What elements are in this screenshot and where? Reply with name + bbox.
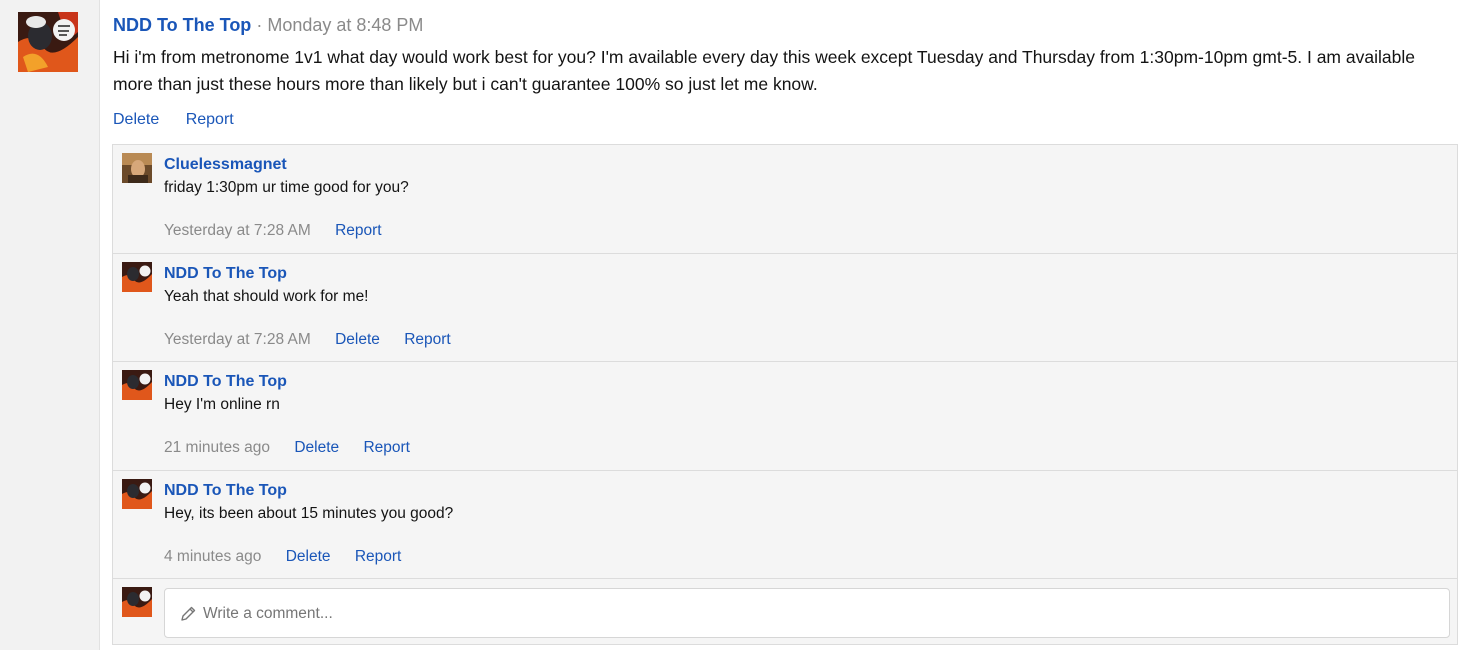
new-comment-row: Write a comment... [113,579,1457,645]
avatar[interactable] [18,12,78,72]
comment-item: NDD To The Top Hey I'm online rn 21 minu… [113,362,1457,471]
comment-avatar[interactable] [122,478,152,509]
post-timestamp[interactable]: Monday at 8:48 PM [267,15,423,35]
header-separator: · [256,15,263,35]
comment-input-placeholder: Write a comment... [203,605,333,622]
post-delete-button[interactable]: Delete [113,111,159,128]
comment-timestamp[interactable]: Yesterday at 7:28 AM [164,222,311,239]
post-author-link[interactable]: NDD To The Top [113,15,251,35]
comment-report-button[interactable]: Report [363,439,410,456]
comment-meta: 21 minutes ago Delete Report [164,438,430,458]
comment-text: Yeah that should work for me! [164,287,369,305]
comment-meta: Yesterday at 7:28 AM Report [164,221,402,241]
avatar-image [122,153,152,183]
comment-item: Cluelessmagnet friday 1:30pm ur time goo… [113,145,1457,254]
comment-delete-button[interactable]: Delete [294,439,339,456]
comment-text: Hey I'm online rn [164,396,280,413]
comment-meta: Yesterday at 7:28 AM Delete Report [164,330,471,350]
comment-list: Cluelessmagnet friday 1:30pm ur time goo… [112,144,1458,645]
comment-text: Hey, its been about 15 minutes you good? [164,504,454,522]
comment-author-link[interactable]: Cluelessmagnet [164,155,287,175]
comment-report-button[interactable]: Report [404,331,451,348]
comment-item: NDD To The Top Yeah that should work for… [113,254,1457,362]
comment-meta: 4 minutes ago Delete Report [164,547,421,567]
comment-avatar[interactable] [122,370,152,400]
comment-delete-button[interactable]: Delete [335,331,380,348]
comment-timestamp[interactable]: Yesterday at 7:28 AM [164,331,311,348]
avatar-image [18,12,78,72]
comment-author-link[interactable]: NDD To The Top [164,264,287,284]
comment-item: NDD To The Top Hey, its been about 15 mi… [113,471,1457,579]
comment-author-link[interactable]: NDD To The Top [164,481,287,501]
pencil-icon [181,606,196,621]
post-body: Hi i'm from metronome 1v1 what day would… [113,47,1415,94]
avatar-image [122,587,152,617]
comment-delete-button[interactable]: Delete [286,548,331,565]
comment-avatar[interactable] [122,261,152,292]
post-report-button[interactable]: Report [186,111,234,128]
comment-avatar[interactable] [122,153,152,183]
comment-text: friday 1:30pm ur time good for you? [164,179,409,196]
comment-timestamp[interactable]: 4 minutes ago [164,548,261,565]
avatar-image [122,261,152,292]
comment-author-link[interactable]: NDD To The Top [164,372,287,392]
write-comment-input[interactable]: Write a comment... [164,588,1450,638]
comment-timestamp[interactable]: 21 minutes ago [164,439,270,456]
avatar-image [122,478,152,509]
current-user-avatar [122,587,152,617]
comment-report-button[interactable]: Report [355,548,402,565]
left-rail [0,0,100,650]
avatar-image [122,370,152,400]
post: NDD To The Top · Monday at 8:48 PM Hi i'… [113,12,1458,130]
post-header: NDD To The Top · Monday at 8:48 PM [113,12,1458,38]
post-actions: Delete Report [113,110,1458,130]
comment-report-button[interactable]: Report [335,222,382,239]
